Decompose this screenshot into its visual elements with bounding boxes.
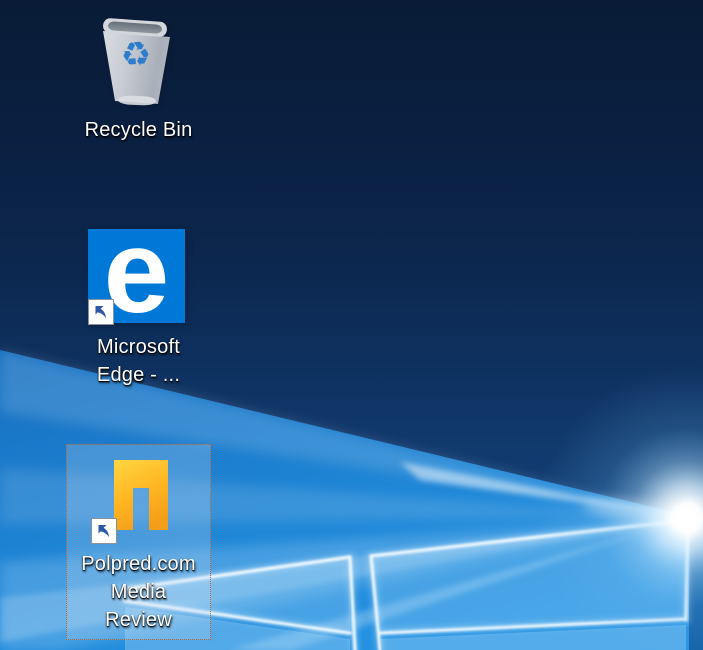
- polpred-label-line2[interactable]: Media: [67, 581, 210, 603]
- shortcut-arrow-icon: [88, 299, 114, 325]
- recycle-bin-icon[interactable]: ♻: [96, 20, 176, 108]
- desktop-icon-recycle-bin[interactable]: ♻ Recycle Bin: [66, 14, 211, 144]
- desktop[interactable]: ♻ Recycle Bin e Microsoft Edge - ... Pol…: [0, 0, 703, 650]
- desktop-icon-polpred-media-review-selected[interactable]: Polpred.com Media Review: [66, 444, 211, 640]
- recycle-symbol-icon: ♻: [95, 35, 177, 74]
- edge-logo-icon[interactable]: e: [88, 229, 185, 323]
- polpred-n-logo-icon[interactable]: [114, 460, 168, 530]
- shortcut-arrow-icon: [91, 518, 117, 544]
- edge-label-line1[interactable]: Microsoft: [66, 336, 211, 358]
- edge-label-line2[interactable]: Edge - ...: [66, 364, 211, 386]
- polpred-label-line1[interactable]: Polpred.com: [67, 553, 210, 575]
- recycle-bin-opening: [108, 21, 162, 34]
- desktop-icon-microsoft-edge[interactable]: e Microsoft Edge - ...: [66, 222, 211, 392]
- recycle-bin-base: [118, 95, 156, 105]
- recycle-bin-label[interactable]: Recycle Bin: [66, 119, 211, 141]
- polpred-label-line3[interactable]: Review: [67, 609, 210, 631]
